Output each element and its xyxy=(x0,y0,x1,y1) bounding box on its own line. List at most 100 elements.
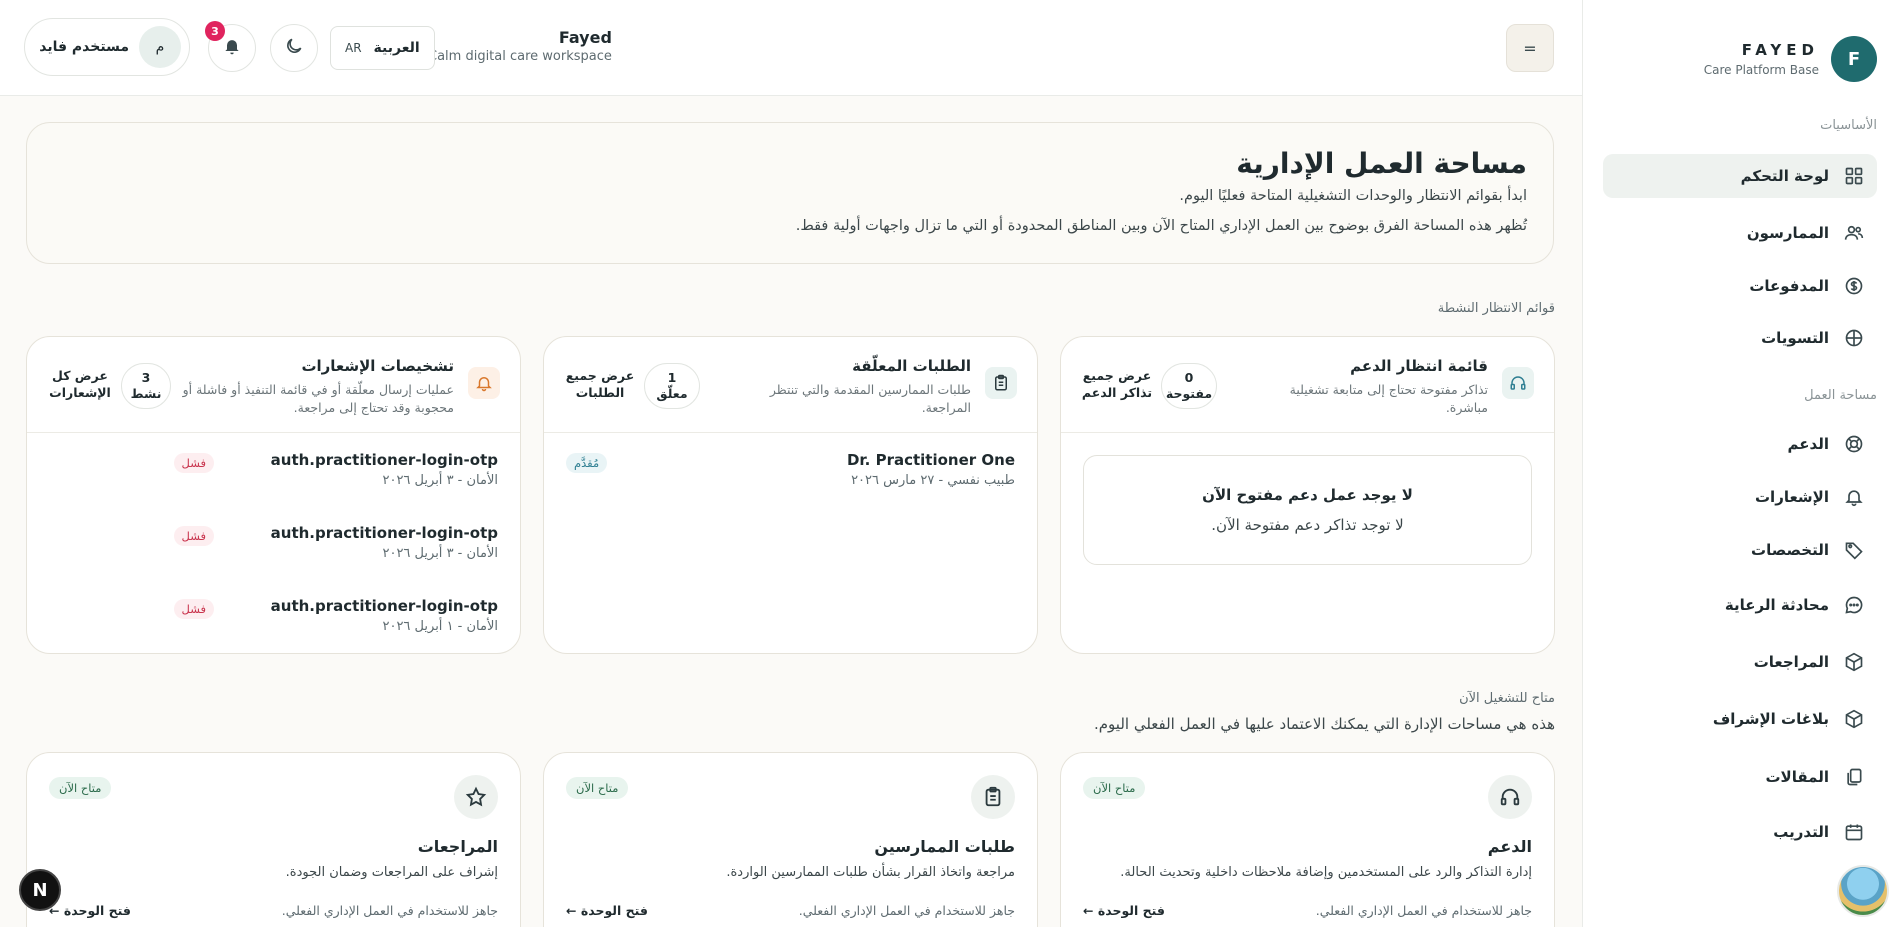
globe-icon xyxy=(1843,327,1865,349)
queue-description: تذاكر مفتوحة تحتاج إلى متابعة تشغيلية مب… xyxy=(1289,382,1488,415)
queue-description: عمليات إرسال معلّقة أو في قائمة التنفيذ … xyxy=(182,382,454,415)
open-module-link[interactable]: فتح الوحدة ← xyxy=(566,903,648,918)
hero-line-2: تُظهر هذه المساحة الفرق بوضوح بين العمل … xyxy=(795,218,1527,234)
user-menu-button[interactable]: م مستخدم فايد xyxy=(24,18,190,76)
sidebar-item-label: لوحة التحكم xyxy=(1740,167,1829,185)
module-footer: جاهز للاستخدام في العمل الإداري الفعلي. xyxy=(1315,903,1532,918)
page-title: مساحة العمل الإدارية xyxy=(1236,147,1527,180)
sidebar-item-specialties[interactable]: التخصصات xyxy=(1603,528,1877,572)
grid-icon xyxy=(1843,165,1865,187)
view-all-notifications-link[interactable]: عرض كل الإشعارات xyxy=(47,367,113,401)
open-module-link[interactable]: فتح الوحدة ← xyxy=(1083,903,1165,918)
status-badge: فشل xyxy=(173,599,214,619)
pending-requests-card: الطلبات المعلّقة طلبات الممارسين المقدمة… xyxy=(543,336,1038,654)
queue-count-label: نشط xyxy=(130,386,162,401)
user-avatar-image[interactable] xyxy=(1837,865,1889,917)
workspace-name: Fayed xyxy=(558,28,612,47)
sidebar-item-label: المدفوعات xyxy=(1749,277,1829,295)
workspace-tagline: Calm digital care workspace xyxy=(428,49,612,64)
link-label: فتح الوحدة xyxy=(1097,903,1165,918)
brand[interactable]: F FAYED Care Platform Base xyxy=(1704,36,1877,82)
chat-icon xyxy=(1843,594,1865,616)
view-all-requests-link[interactable]: عرض جميع الطلبات xyxy=(564,367,636,401)
link-label: فتح الوحدة xyxy=(580,903,648,918)
top-header: = Fayed Calm digital care workspace AR ا… xyxy=(0,0,1582,96)
list-item[interactable]: Dr. Practitioner One طبيب نفسي - ٢٧ مارس… xyxy=(566,451,1015,501)
bell-icon xyxy=(1843,486,1865,508)
row-subtitle: الأمان - ١ أبريل ٢٠٢٦ xyxy=(382,619,498,634)
active-queues-label: قوائم الانتظار النشطة xyxy=(1437,301,1555,316)
sidebar-item-label: التسويات xyxy=(1761,329,1829,347)
module-card-reviews[interactable]: متاح الآن المراجعات إشراف على المراجعات … xyxy=(26,752,521,927)
status-badge: فشل xyxy=(173,526,214,546)
sidebar-item-care-chat[interactable]: محادثة الرعاية xyxy=(1603,583,1877,627)
link-label: فتح الوحدة xyxy=(63,903,131,918)
status-badge: متاح الآن xyxy=(566,777,629,799)
brand-avatar: F xyxy=(1831,36,1877,82)
calendar-icon xyxy=(1843,821,1865,843)
brand-subtitle: Care Platform Base xyxy=(1703,63,1819,77)
box-icon xyxy=(1843,651,1865,673)
sidebar-item-reviews[interactable]: المراجعات xyxy=(1603,640,1877,684)
box-icon xyxy=(1843,708,1865,730)
nav-section-basics: الأساسيات xyxy=(1820,118,1877,133)
bell-icon xyxy=(222,36,242,60)
row-title: auth.practitioner-login-otp xyxy=(270,524,498,542)
notifications-button[interactable]: 3 xyxy=(205,21,256,72)
list-item[interactable]: auth.practitioner-login-otp الأمان - ٣ أ… xyxy=(49,524,498,574)
sidebar-item-moderation-reports[interactable]: بلاغات الإشراف xyxy=(1603,697,1877,741)
bell-icon xyxy=(468,367,500,399)
clipboard-icon xyxy=(971,775,1015,819)
sidebar-item-support[interactable]: الدعم xyxy=(1603,422,1877,466)
hero-line-1: ابدأ بقوائم الانتظار والوحدات التشغيلية … xyxy=(1179,188,1527,204)
sidebar-item-practitioners[interactable]: الممارسون xyxy=(1603,211,1877,255)
row-subtitle: الأمان - ٣ أبريل ٢٠٢٦ xyxy=(382,546,498,561)
module-title: المراجعات xyxy=(417,837,498,856)
language-code: AR xyxy=(345,41,362,55)
module-title: طلبات الممارسين xyxy=(874,837,1015,856)
headset-icon xyxy=(1502,367,1534,399)
queue-count: 3 xyxy=(141,370,151,385)
clipboard-icon xyxy=(985,367,1017,399)
sidebar-item-label: الدعم xyxy=(1787,435,1829,453)
status-badge: متاح الآن xyxy=(49,777,112,799)
sidebar-item-training[interactable]: التدريب xyxy=(1603,810,1877,854)
module-description: مراجعة واتخاذ القرار بشأن طلبات الممارسي… xyxy=(726,865,1015,880)
moon-icon xyxy=(284,36,304,60)
status-badge: متاح الآن xyxy=(1083,777,1146,799)
sidebar-item-dashboard[interactable]: لوحة التحكم xyxy=(1603,154,1877,198)
theme-toggle-button[interactable] xyxy=(270,24,318,72)
status-badge: مُقدَّم xyxy=(566,453,608,473)
language-switch-button[interactable]: AR العربية xyxy=(330,26,435,70)
lifebuoy-icon xyxy=(1843,433,1865,455)
list-item[interactable]: auth.practitioner-login-otp الأمان - ١ أ… xyxy=(49,597,498,647)
sidebar: F FAYED Care Platform Base الأساسيات لوح… xyxy=(1582,0,1899,927)
sidebar-item-payments[interactable]: المدفوعات xyxy=(1603,264,1877,308)
list-item[interactable]: auth.practitioner-login-otp الأمان - ٣ أ… xyxy=(49,451,498,501)
sidebar-item-settlements[interactable]: التسويات xyxy=(1603,316,1877,360)
open-module-link[interactable]: فتح الوحدة ← xyxy=(49,903,131,918)
queue-count-label: معلّق xyxy=(656,386,688,401)
language-name: العربية xyxy=(373,40,420,56)
empty-description: لا توجد تذاكر دعم مفتوحة الآن. xyxy=(1211,516,1404,534)
users-icon xyxy=(1843,222,1865,244)
sidebar-item-articles[interactable]: المقالات xyxy=(1603,755,1877,799)
view-all-support-link[interactable]: عرض جميع تذاكر الدعم xyxy=(1081,367,1153,401)
hero-panel: مساحة العمل الإدارية ابدأ بقوائم الانتظا… xyxy=(26,122,1554,264)
queue-count-badge: 0 مفتوحة xyxy=(1161,363,1217,409)
menu-toggle-button[interactable]: = xyxy=(1506,24,1554,72)
sidebar-item-label: محادثة الرعاية xyxy=(1724,596,1829,614)
notification-count-badge: 3 xyxy=(205,21,225,41)
module-card-support[interactable]: متاح الآن الدعم إدارة التذاكر والرد على … xyxy=(1060,752,1555,927)
dev-tools-badge[interactable]: N xyxy=(19,869,61,911)
sidebar-item-label: التخصصات xyxy=(1751,541,1829,559)
queue-title: قائمة انتظار الدعم xyxy=(1350,357,1488,375)
sidebar-item-notifications[interactable]: الإشعارات xyxy=(1603,475,1877,519)
brand-name: FAYED xyxy=(1741,41,1819,59)
module-title: الدعم xyxy=(1487,837,1532,856)
tag-icon xyxy=(1843,539,1865,561)
notification-diagnostics-card: تشخيصات الإشعارات عمليات إرسال معلّقة أو… xyxy=(26,336,521,654)
module-card-practitioner-requests[interactable]: متاح الآن طلبات الممارسين مراجعة واتخاذ … xyxy=(543,752,1038,927)
empty-state: لا يوجد عمل دعم مفتوح الآن لا توجد تذاكر… xyxy=(1083,455,1532,565)
sidebar-item-label: بلاغات الإشراف xyxy=(1712,710,1829,728)
